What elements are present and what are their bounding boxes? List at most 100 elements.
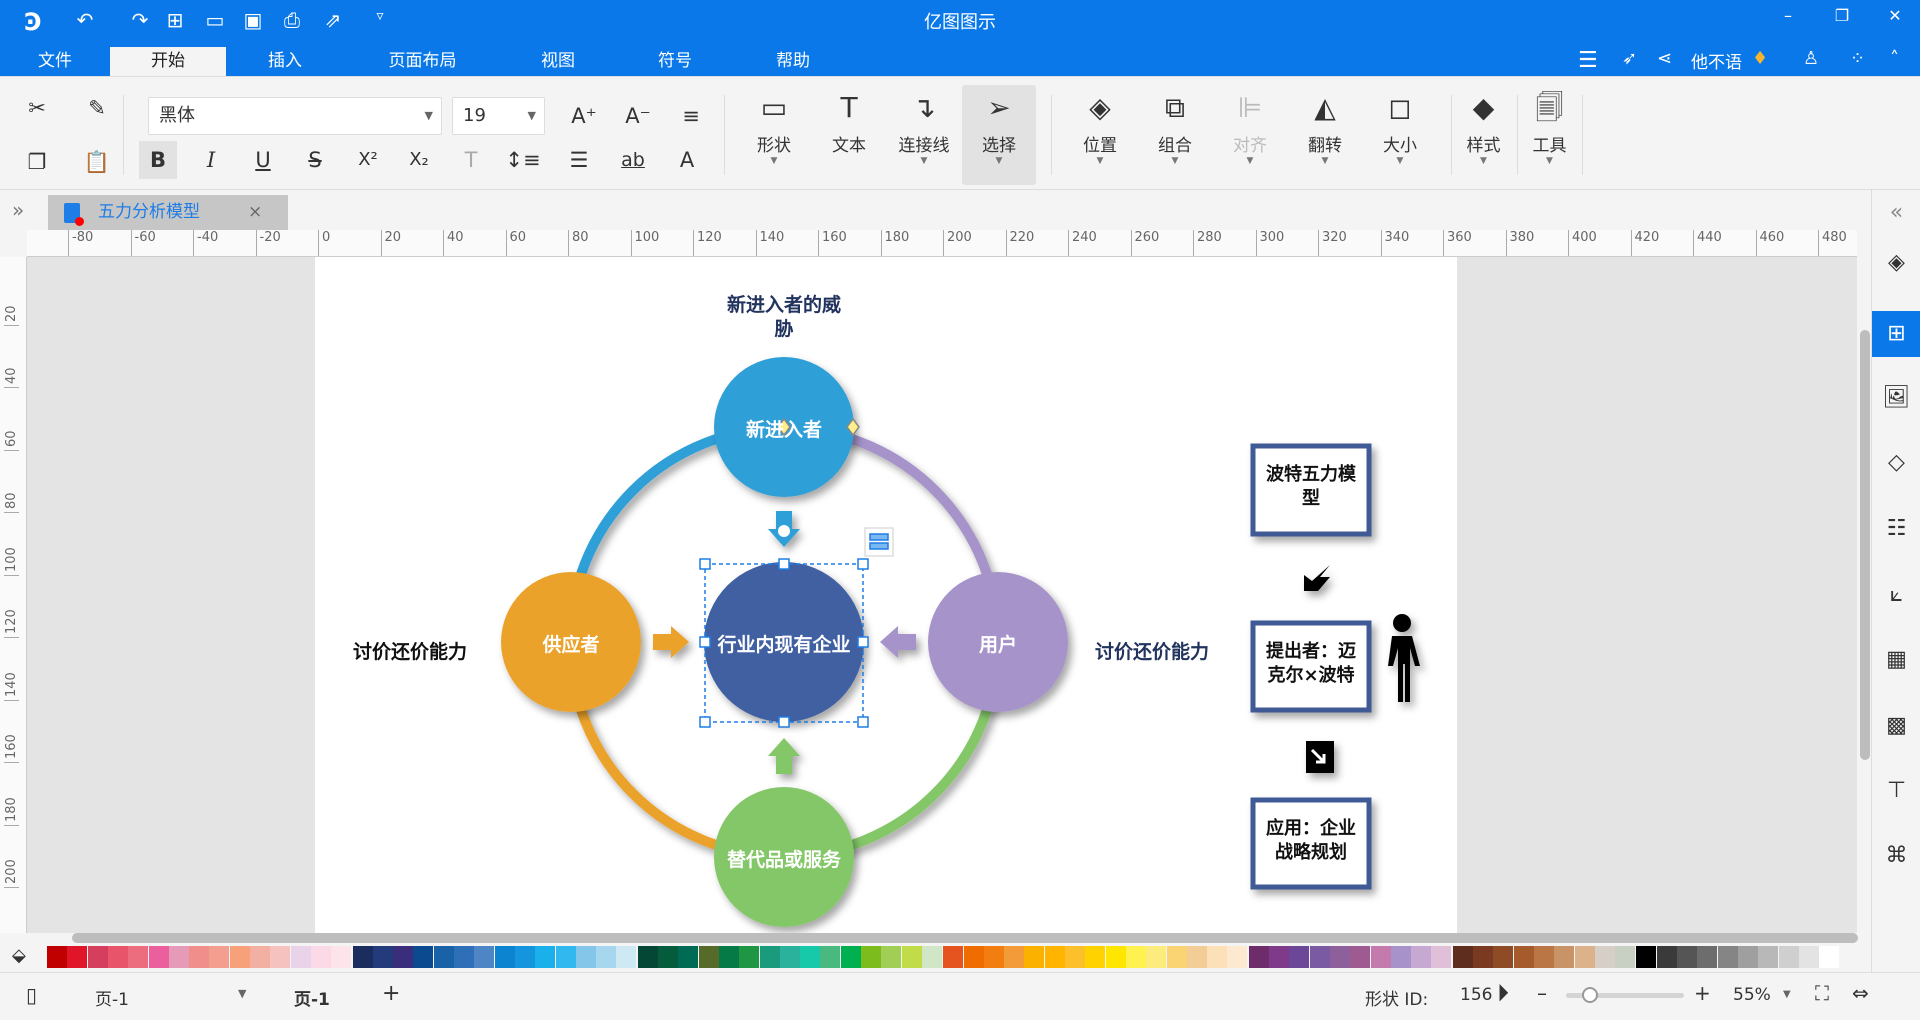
color-swatch[interactable] — [189, 946, 210, 968]
text-button[interactable]: T 文本 — [814, 85, 884, 185]
color-swatch[interactable] — [514, 946, 535, 968]
zoom-out-icon[interactable]: – — [1537, 981, 1547, 1005]
theme-icon[interactable]: ♙ — [1803, 48, 1819, 69]
color-swatch[interactable] — [1697, 946, 1718, 968]
color-swatch[interactable] — [1452, 946, 1473, 968]
color-swatch[interactable] — [1207, 946, 1228, 968]
color-swatch[interactable] — [229, 946, 250, 968]
color-swatch[interactable] — [1737, 946, 1758, 968]
color-swatch[interactable] — [861, 946, 881, 968]
color-swatch[interactable] — [1085, 946, 1106, 968]
industry-text[interactable]: 行业内现有企业 — [704, 630, 864, 657]
comment-icon[interactable]: ☰ — [1578, 48, 1598, 73]
fill-bucket-icon[interactable]: ⬙ — [12, 945, 26, 966]
strikethrough-button[interactable]: S — [296, 141, 334, 179]
color-swatch[interactable] — [1269, 946, 1289, 968]
substitutes-text[interactable]: 替代品或服务 — [704, 845, 864, 872]
color-swatch[interactable] — [107, 946, 128, 968]
color-swatch[interactable] — [1105, 946, 1126, 968]
color-swatch[interactable] — [47, 946, 67, 968]
color-swatch[interactable] — [1594, 946, 1615, 968]
color-swatch[interactable] — [168, 946, 189, 968]
copy-icon[interactable]: ❐ — [18, 143, 56, 181]
color-swatch[interactable] — [658, 946, 678, 968]
color-swatch[interactable] — [678, 946, 699, 968]
new-entrants-threat-label[interactable]: 新进入者的威胁 — [704, 293, 864, 341]
color-swatch[interactable] — [474, 946, 495, 968]
page-view-icon[interactable]: ▯ — [26, 983, 37, 1007]
color-swatch[interactable] — [698, 946, 719, 968]
color-swatch[interactable] — [921, 946, 942, 968]
page-select[interactable]: 页-1 — [95, 985, 129, 1010]
color-swatch[interactable] — [209, 946, 230, 968]
superscript-button[interactable]: X² — [349, 141, 387, 179]
color-swatch[interactable] — [1289, 946, 1310, 968]
color-swatch[interactable] — [1493, 946, 1514, 968]
close-tab-icon[interactable]: × — [248, 195, 262, 230]
undo-icon[interactable]: ↶ — [70, 8, 100, 32]
color-swatch[interactable] — [1615, 946, 1636, 968]
color-swatch[interactable] — [820, 946, 841, 968]
color-swatch[interactable] — [310, 946, 331, 968]
color-swatch[interactable] — [1004, 946, 1025, 968]
color-swatch[interactable] — [413, 946, 434, 968]
color-swatch[interactable] — [372, 946, 393, 968]
color-swatch[interactable] — [1125, 946, 1146, 968]
color-swatch[interactable] — [779, 946, 800, 968]
color-swatch[interactable] — [1065, 946, 1085, 968]
color-swatch[interactable] — [393, 946, 414, 968]
zoom-dropdown-icon[interactable]: ▼ — [1783, 989, 1791, 1000]
apps-icon[interactable]: ⁘ — [1850, 48, 1865, 69]
image-icon[interactable]: 🖼 — [1872, 375, 1920, 421]
fit-width-icon[interactable]: ⇔ — [1852, 981, 1869, 1005]
color-swatch[interactable] — [454, 946, 474, 968]
redo-icon[interactable]: ↷ — [125, 8, 155, 32]
zoom-slider[interactable] — [1566, 987, 1684, 1003]
color-swatch[interactable] — [616, 946, 637, 968]
color-swatch[interactable] — [718, 946, 739, 968]
horizontal-scrollbar[interactable] — [72, 933, 1858, 943]
color-swatch[interactable] — [352, 946, 373, 968]
select-button[interactable]: ➢ 选择 ▼ — [962, 85, 1036, 185]
color-swatch[interactable] — [1819, 946, 1840, 968]
chart-icon[interactable]: ⟀ — [1872, 572, 1920, 618]
color-swatch[interactable] — [1677, 946, 1697, 968]
format-painter-icon[interactable]: ✎ — [78, 89, 116, 127]
canvas[interactable]: 新进入者的威胁 新进入者 行业内现有企业 供应者 用户 替代品或服务 讨价还价能… — [27, 257, 1857, 933]
symbol-library-icon[interactable]: ⊞ — [1872, 311, 1920, 357]
open-folder-icon[interactable]: ▭ — [200, 8, 230, 32]
play-icon[interactable]: ⏵ — [1497, 979, 1509, 1007]
color-swatch[interactable] — [1146, 946, 1167, 968]
minimize-button[interactable]: – — [1768, 6, 1808, 25]
color-swatch[interactable] — [1758, 946, 1779, 968]
supplier-bargaining-label[interactable]: 讨价还价能力 — [325, 637, 495, 664]
color-swatch[interactable] — [1044, 946, 1065, 968]
color-swatch[interactable] — [250, 946, 270, 968]
color-swatch[interactable] — [881, 946, 902, 968]
export-icon[interactable]: ⇗ — [318, 8, 348, 32]
color-swatch[interactable] — [1024, 946, 1045, 968]
zoom-slider-handle[interactable] — [1581, 987, 1598, 1003]
color-swatch[interactable] — [739, 946, 760, 968]
decrease-font-icon[interactable]: A⁻ — [619, 97, 657, 135]
underline-button[interactable]: U — [244, 141, 282, 179]
color-swatch[interactable] — [1431, 946, 1452, 968]
line-spacing-icon[interactable]: ↕≡ — [504, 141, 542, 179]
color-swatch[interactable] — [983, 946, 1004, 968]
color-swatch[interactable] — [1513, 946, 1534, 968]
send-icon[interactable]: ➶ — [1622, 48, 1637, 69]
document-tab[interactable]: 五力分析模型 × — [48, 195, 288, 230]
color-swatch[interactable] — [555, 946, 576, 968]
font-family-select[interactable]: 黑体 ▼ — [148, 97, 442, 135]
color-swatch[interactable] — [840, 946, 861, 968]
color-swatch[interactable] — [1717, 946, 1738, 968]
gantt-icon[interactable]: ⊤ — [1872, 768, 1920, 814]
menu-tab-home[interactable]: 开始 — [110, 47, 226, 76]
color-swatch[interactable] — [759, 946, 780, 968]
collapse-ribbon-icon[interactable]: ˄ — [1890, 48, 1899, 69]
color-swatch[interactable] — [1473, 946, 1493, 968]
porter-model-text[interactable]: 波特五力模型 — [1253, 463, 1369, 511]
color-swatch[interactable] — [1656, 946, 1677, 968]
color-swatch[interactable] — [1390, 946, 1411, 968]
color-swatch[interactable] — [943, 946, 964, 968]
